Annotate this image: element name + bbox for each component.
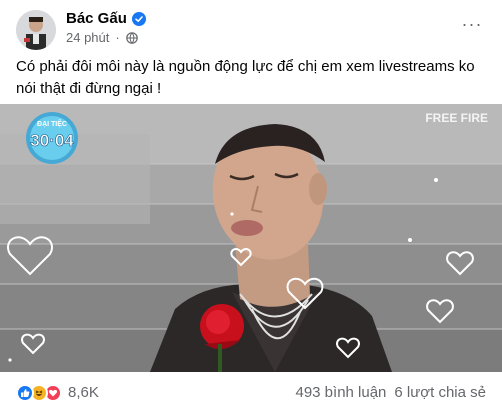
author-avatar[interactable]	[16, 10, 56, 50]
author-name-row: Bác Gấu	[66, 10, 146, 28]
post-image[interactable]: ĐẠI TIỆC 30·04 FREE FIRE	[0, 104, 502, 372]
like-icon	[16, 384, 34, 402]
comments-count-link[interactable]: 493 bình luận	[295, 384, 386, 402]
post-footer: 8,6K 493 bình luận 6 lượt chia sẻ	[0, 372, 502, 415]
meta-separator: ·	[115, 30, 120, 45]
post-stats: 493 bình luận 6 lượt chia sẻ	[295, 384, 486, 402]
free-fire-watermark: FREE FIRE	[425, 111, 488, 125]
shares-count-link[interactable]: 6 lượt chia sẻ	[394, 384, 486, 402]
reactions-summary[interactable]: 8,6K	[16, 384, 99, 402]
post-caption: Có phải đôi môi này là nguồn động lực để…	[16, 58, 475, 97]
post-meta: 24 phút ·	[66, 30, 138, 46]
event-badge-title: ĐẠI TIỆC	[37, 119, 67, 128]
verified-badge-icon	[131, 12, 146, 26]
post-header: Bác Gấu 24 phút · ···	[0, 0, 502, 54]
more-options-button[interactable]: ···	[458, 14, 486, 34]
facebook-post: Bác Gấu 24 phút · ··· Có phải đôi môi nà…	[0, 0, 502, 415]
event-badge-date: 30·04	[30, 131, 74, 150]
post-time[interactable]: 24 phút	[66, 30, 109, 46]
author-name[interactable]: Bác Gấu	[66, 10, 127, 28]
globe-icon	[125, 32, 138, 44]
reaction-count[interactable]: 8,6K	[68, 384, 99, 402]
